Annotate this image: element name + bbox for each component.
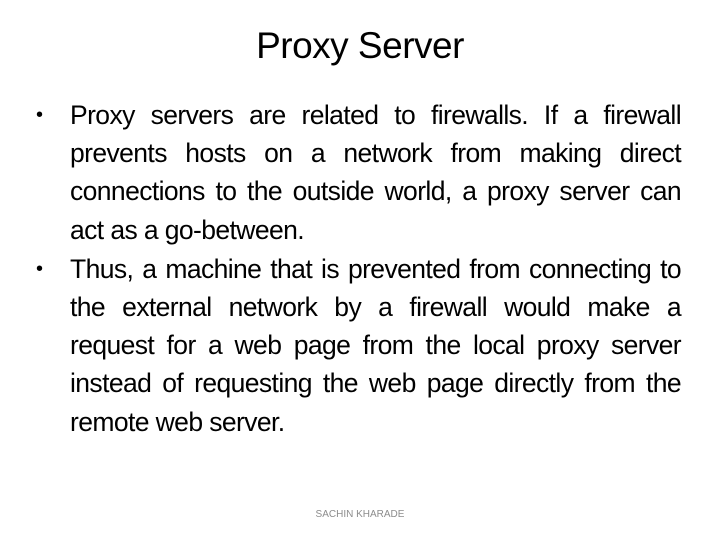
slide-title: Proxy Server xyxy=(256,25,464,66)
slide-footer: SACHIN KHARADE xyxy=(315,509,405,520)
bullet-text: Thus, a machine that is prevented from c… xyxy=(70,253,682,437)
bullet-list: • Proxy servers are related to firewalls… xyxy=(36,96,682,442)
slide: Proxy Server • Proxy servers are related… xyxy=(0,0,720,540)
bullet-text: Proxy servers are related to firewalls. … xyxy=(70,100,682,245)
bullet-marker-icon: • xyxy=(36,257,43,280)
bullet-item: • Proxy servers are related to firewalls… xyxy=(36,96,682,249)
bullet-marker-icon: • xyxy=(36,104,43,126)
bullet-item: • Thus, a machine that is prevented from… xyxy=(36,250,682,441)
